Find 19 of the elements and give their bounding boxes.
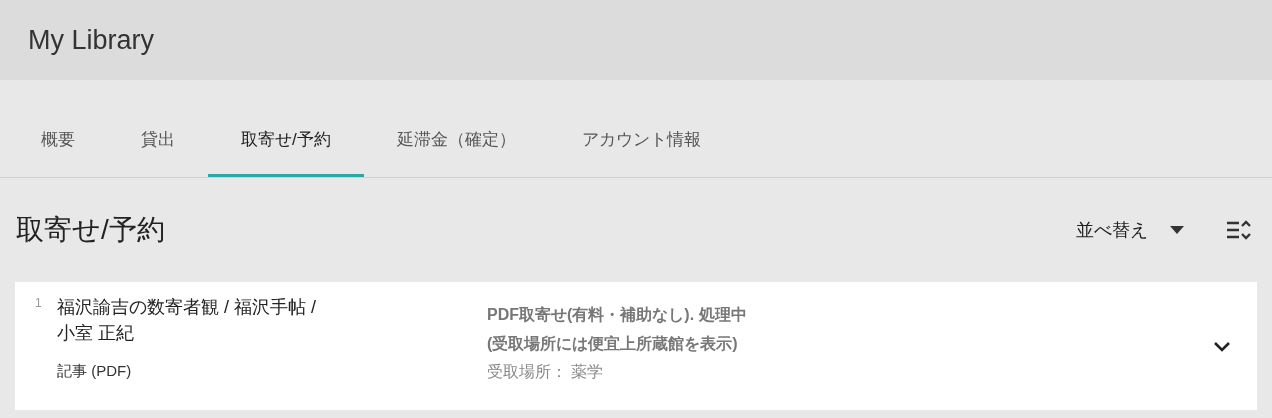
item-author: 小室 正紀 <box>57 322 135 345</box>
section-title: 取寄せ/予約 <box>16 213 165 247</box>
tab[interactable]: アカウント情報 <box>561 116 721 177</box>
tab[interactable]: 貸出 <box>121 116 195 177</box>
item-title[interactable]: 福沢諭吉の数寄者観 / 福沢手帖 / <box>57 294 487 320</box>
tab[interactable]: 概要 <box>21 116 95 177</box>
tab[interactable]: 取寄せ/予約 <box>208 116 364 177</box>
request-card[interactable]: 1 福沢諭吉の数寄者観 / 福沢手帖 / 小室 正紀 記事 (PDF) PDF取寄せ(有料・補助なし). 処理中 (受取場所には便宜上所蔵館を表示) 受取場所： 薬学 <box>15 282 1257 410</box>
item-type: 記事 (PDF) <box>57 361 133 381</box>
sort-order-icon[interactable] <box>1226 218 1252 242</box>
chevron-icon[interactable] <box>1213 340 1231 352</box>
status-note: (受取場所には便宜上所蔵館を表示) <box>487 334 739 354</box>
pickup-location: 受取場所： 薬学 <box>487 362 605 382</box>
request-status: PDF取寄せ(有料・補助なし). 処理中 <box>487 305 748 326</box>
dropdown-triangle-icon <box>1170 226 1184 234</box>
tab[interactable]: 延滞金（確定） <box>376 116 536 177</box>
sort-dropdown[interactable]: 並べ替え <box>1076 216 1184 244</box>
item-number: 1 <box>35 295 43 312</box>
app-title: My Library <box>28 23 155 57</box>
